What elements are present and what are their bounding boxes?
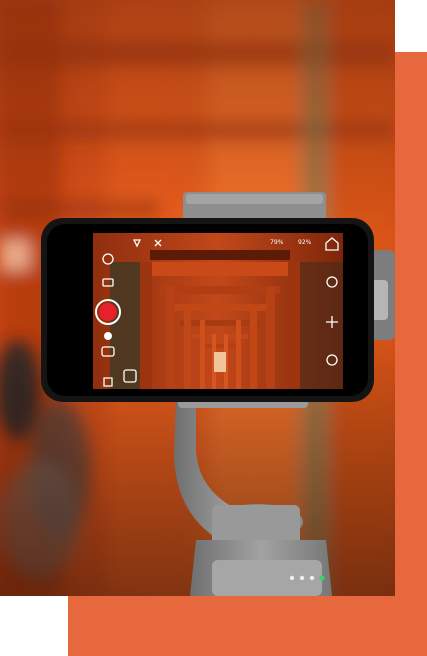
phone-screen-viewfinder [93,233,343,389]
smartphone: 79% 92% [41,218,374,402]
record-button[interactable] [95,299,121,325]
battery-stat-2: 92% [298,239,312,246]
mode-dot-icon[interactable] [104,332,112,340]
battery-stat-1: 79% [270,239,284,246]
hero-photo: 79% 92% [0,0,395,596]
